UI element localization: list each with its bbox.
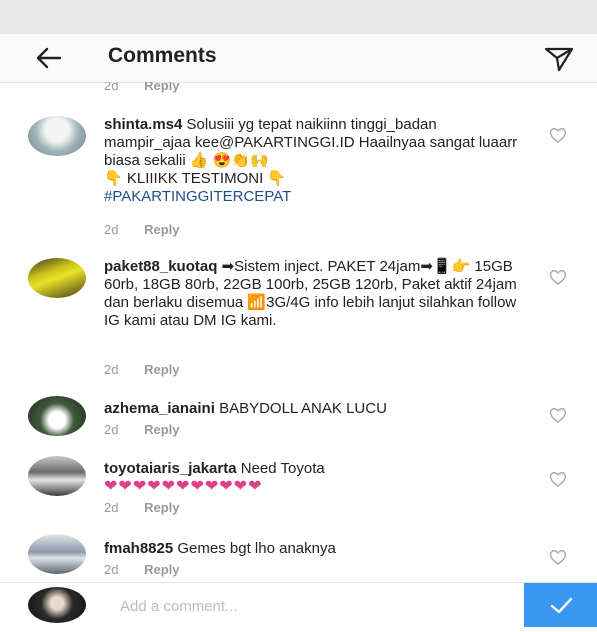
username[interactable]: toyotaiaris_jakarta xyxy=(104,460,237,477)
avatar[interactable] xyxy=(28,534,86,574)
heart-icon[interactable] xyxy=(548,470,568,488)
comment-text: Gemes bgt lho anaknya xyxy=(177,540,336,557)
comment-time: 2d xyxy=(104,82,119,93)
paper-plane-icon[interactable] xyxy=(542,42,576,74)
comment-time: 2d xyxy=(104,422,119,437)
reply-button[interactable]: Reply xyxy=(144,362,179,377)
comment-time: 2d xyxy=(104,562,119,577)
heart-icon[interactable] xyxy=(548,268,568,286)
comment-body: shinta.ms4 Solusiii yg tepat naikiinn ti… xyxy=(104,116,524,206)
avatar[interactable] xyxy=(28,258,86,298)
comment-body: fmah8825 Gemes bgt lho anaknya xyxy=(104,540,524,558)
comment-meta: 2d Reply xyxy=(104,500,180,515)
heart-icon[interactable] xyxy=(548,548,568,566)
comment-time: 2d xyxy=(104,222,119,237)
comment-body: paket88_kuotaq ➡Sistem inject. PAKET 24j… xyxy=(104,258,524,330)
comment-text: BABYDOLL ANAK LUCU xyxy=(219,400,387,417)
comment-meta: 2d Reply xyxy=(104,82,180,93)
comment-list[interactable]: 2d Reply shinta.ms4 Solusiii yg tepat na… xyxy=(0,82,597,582)
comment-composer xyxy=(0,582,597,627)
avatar[interactable] xyxy=(28,456,86,496)
add-comment-input[interactable] xyxy=(118,593,502,619)
comment-text-line: 👇 KLIIIKK TESTIMONI 👇 xyxy=(104,170,287,187)
avatar[interactable] xyxy=(28,116,86,156)
comment-time: 2d xyxy=(104,362,119,377)
reply-button[interactable]: Reply xyxy=(144,82,179,93)
avatar xyxy=(28,587,86,623)
comment-meta: 2d Reply xyxy=(104,222,180,237)
post-comment-button[interactable] xyxy=(524,583,597,627)
comment-body: azhema_ianaini BABYDOLL ANAK LUCU xyxy=(104,400,524,418)
avatar[interactable] xyxy=(28,396,86,436)
reply-button[interactable]: Reply xyxy=(144,222,179,237)
username[interactable]: azhema_ianaini xyxy=(104,400,215,417)
page-title: Comments xyxy=(108,44,217,67)
heart-icon[interactable] xyxy=(548,406,568,424)
heart-emoji-row: ❤❤❤❤❤❤❤❤❤❤❤ xyxy=(104,478,263,495)
comment-text: Need Toyota xyxy=(240,460,325,477)
reply-button[interactable]: Reply xyxy=(144,500,179,515)
comment-meta: 2d Reply xyxy=(104,422,180,437)
reply-button[interactable]: Reply xyxy=(144,562,179,577)
arrow-left-icon[interactable] xyxy=(30,44,66,72)
reply-button[interactable]: Reply xyxy=(144,422,179,437)
heart-icon[interactable] xyxy=(548,126,568,144)
username[interactable]: fmah8825 xyxy=(104,540,173,557)
comment-body: toyotaiaris_jakarta Need Toyota ❤❤❤❤❤❤❤❤… xyxy=(104,460,524,496)
header-bar: Comments xyxy=(0,34,597,83)
hashtag-link[interactable]: #PAKARTINGGITERCEPAT xyxy=(104,188,291,205)
comment-time: 2d xyxy=(104,500,119,515)
username[interactable]: shinta.ms4 xyxy=(104,116,182,133)
comment-meta: 2d Reply xyxy=(104,362,180,377)
comment-meta: 2d Reply xyxy=(104,562,180,577)
status-bar xyxy=(0,0,597,34)
checkmark-icon xyxy=(550,597,573,614)
username[interactable]: paket88_kuotaq xyxy=(104,258,217,275)
